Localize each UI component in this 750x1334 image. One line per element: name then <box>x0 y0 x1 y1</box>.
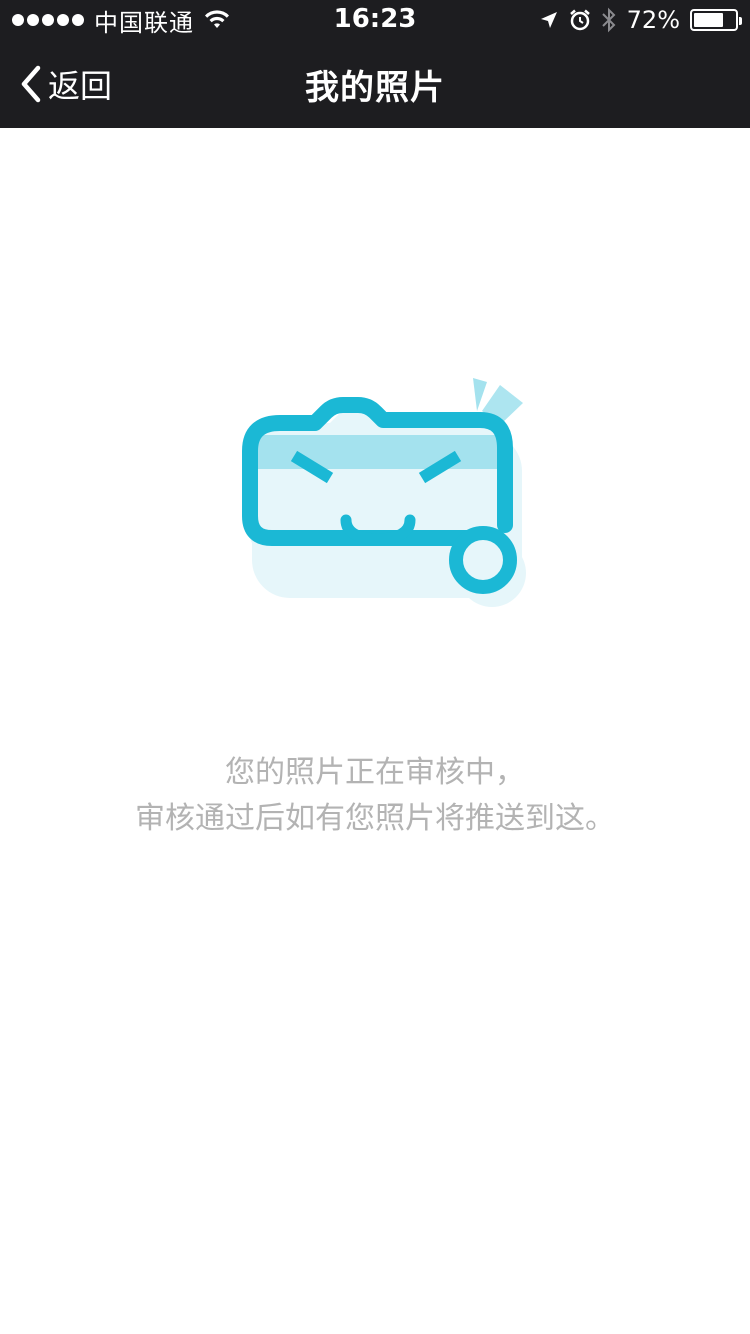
back-label: 返回 <box>48 67 113 105</box>
empty-message: 您的照片正在审核中， 审核通过后如有您照片将推送到这。 <box>0 750 750 842</box>
wifi-icon <box>205 10 229 28</box>
nav-bar: 返回 我的照片 <box>0 40 750 128</box>
carrier-name: 中国联通 <box>94 8 194 37</box>
screen: 中国联通 16:23 72% 返回 我的照片 您的照片正在审核中， 审核通过后如… <box>0 0 750 1334</box>
status-right: 72% <box>539 0 742 40</box>
battery-icon <box>690 9 742 31</box>
status-left: 中国联通 <box>12 0 230 40</box>
empty-message-line-1: 您的照片正在审核中， <box>225 755 525 790</box>
empty-state: 您的照片正在审核中， 审核通过后如有您照片将推送到这。 <box>0 128 750 1334</box>
location-arrow-icon <box>540 12 557 28</box>
page-title: 我的照片 <box>305 67 445 108</box>
signal-dots-icon <box>12 14 84 26</box>
back-button[interactable]: 返回 <box>18 40 112 128</box>
battery-percent: 72% <box>626 6 680 34</box>
status-bar: 中国联通 16:23 72% <box>0 0 750 40</box>
battery-fill <box>694 13 723 27</box>
chevron-left-icon <box>21 65 41 103</box>
top-bar: 中国联通 16:23 72% 返回 我的照片 <box>0 0 750 128</box>
empty-message-line-2: 审核通过后如有您照片将推送到这。 <box>135 801 615 836</box>
bluetooth-icon <box>601 7 616 33</box>
alarm-icon <box>569 9 590 31</box>
camera-face-icon <box>242 378 526 607</box>
